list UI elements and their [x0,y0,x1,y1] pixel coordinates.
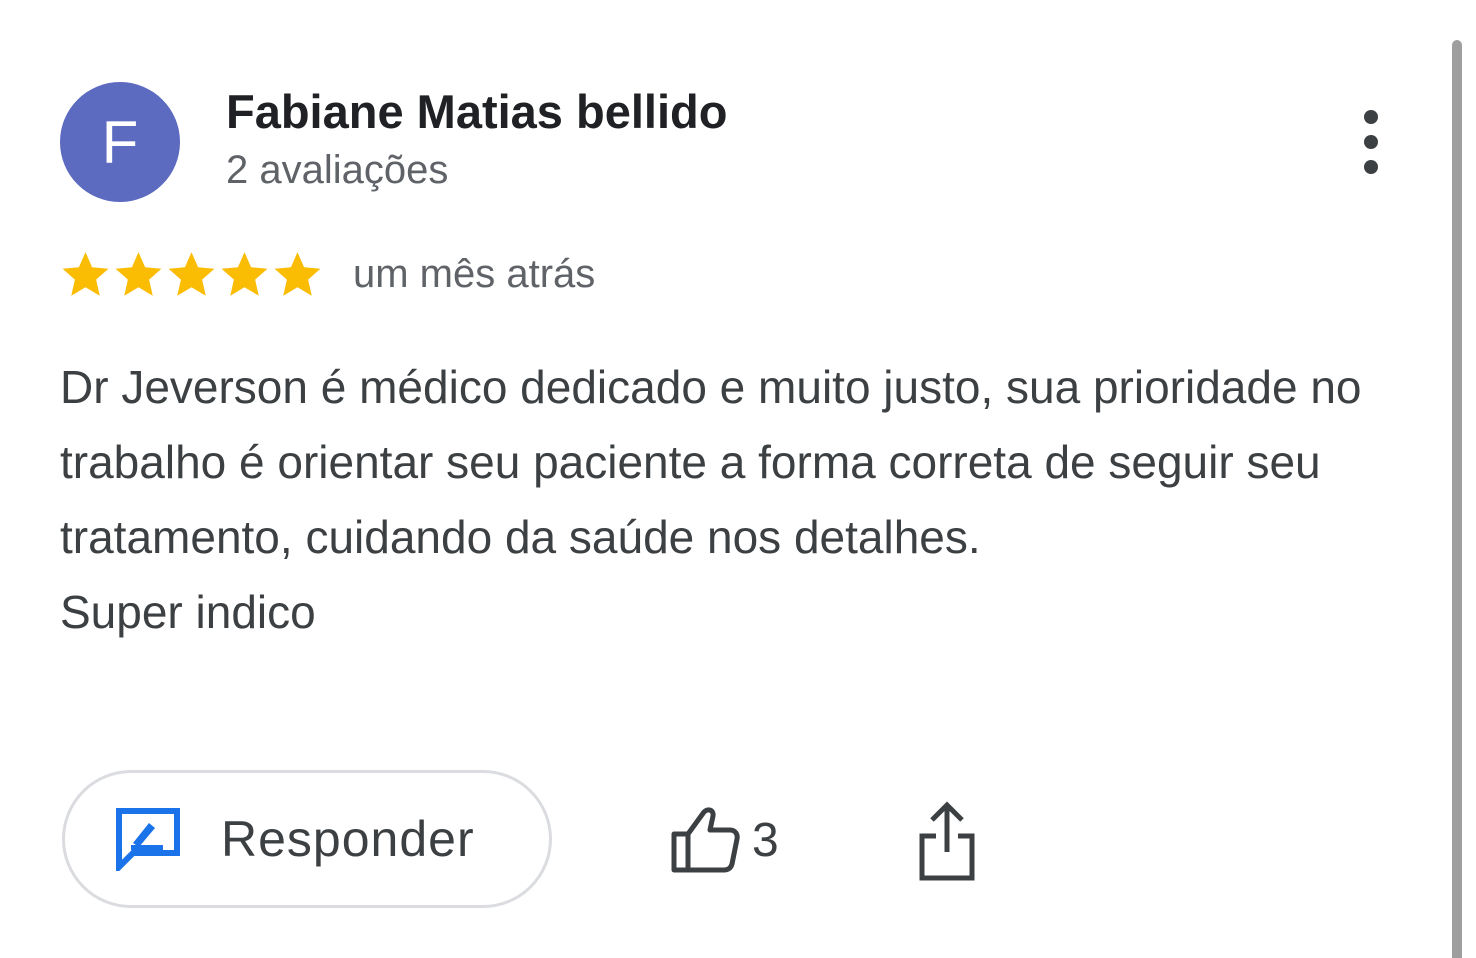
review-paragraph: Dr Jeverson é médico dedicado e muito ju… [60,361,1362,563]
author-name[interactable]: Fabiane Matias bellido [226,84,727,139]
avatar-initial: F [101,108,139,176]
star-icon [62,251,109,296]
more-vert-icon-dot [1364,160,1378,174]
more-options-button[interactable] [1346,104,1396,180]
review-timestamp: um mês atrás [353,251,596,296]
reply-edit-icon [116,808,180,871]
more-vert-icon [1364,110,1378,124]
share-icon[interactable] [912,800,982,884]
star-rating [60,249,323,300]
thumbs-up-icon [671,807,740,873]
review-paragraph: Super indico [60,586,316,638]
avatar[interactable]: F [60,82,180,202]
scrollbar[interactable] [1452,40,1462,958]
like-count: 3 [752,813,779,867]
reply-button-label: Responder [221,811,475,867]
star-icon [221,251,268,296]
review-card: F Fabiane Matias bellido 2 avaliações um… [0,0,1476,958]
star-icon [115,251,162,296]
more-vert-icon-dot [1364,135,1378,149]
reply-button[interactable]: Responder [62,770,552,908]
review-text: Dr Jeverson é médico dedicado e muito ju… [60,350,1440,650]
like-button[interactable]: 3 [668,800,779,880]
star-icon [274,251,321,296]
author-review-count[interactable]: 2 avaliações [226,148,448,193]
star-icon [168,251,215,296]
rating-row: um mês atrás [60,244,595,304]
